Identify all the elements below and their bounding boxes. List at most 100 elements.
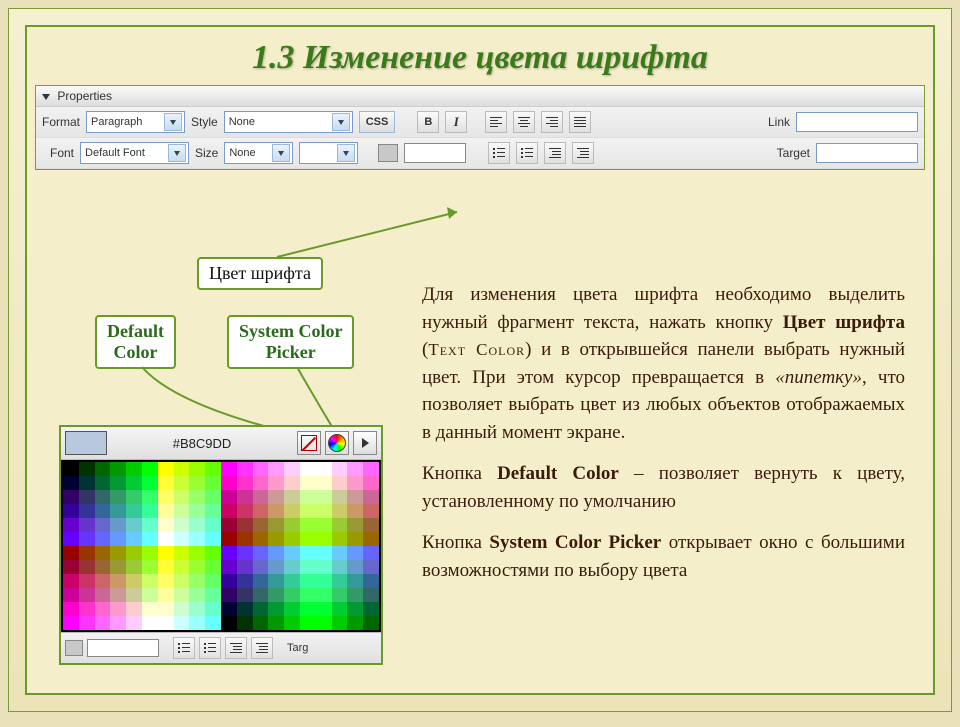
align-right-button[interactable] — [541, 111, 563, 133]
palette-cell[interactable] — [95, 532, 111, 546]
palette-cell[interactable] — [221, 532, 237, 546]
palette-cell[interactable] — [253, 616, 269, 630]
palette-cell[interactable] — [363, 476, 379, 490]
palette-cell[interactable] — [363, 518, 379, 532]
palette-cell[interactable] — [174, 602, 190, 616]
palette-cell[interactable] — [316, 574, 332, 588]
palette-cell[interactable] — [221, 518, 237, 532]
palette-cell[interactable] — [363, 462, 379, 476]
palette-cell[interactable] — [221, 462, 237, 476]
palette-cell[interactable] — [316, 602, 332, 616]
palette-cell[interactable] — [221, 588, 237, 602]
bold-button[interactable]: B — [417, 111, 439, 133]
palette-cell[interactable] — [63, 602, 79, 616]
palette-cell[interactable] — [347, 546, 363, 560]
color-swatch-small[interactable] — [65, 640, 83, 656]
palette-cell[interactable] — [300, 476, 316, 490]
palette-cell[interactable] — [205, 602, 221, 616]
palette-cell[interactable] — [142, 602, 158, 616]
palette-cell[interactable] — [268, 532, 284, 546]
size-unit-combo[interactable] — [299, 142, 358, 164]
palette-cell[interactable] — [126, 462, 142, 476]
palette-cell[interactable] — [126, 546, 142, 560]
palette-cell[interactable] — [189, 490, 205, 504]
palette-cell[interactable] — [300, 602, 316, 616]
palette-cell[interactable] — [237, 602, 253, 616]
palette-cell[interactable] — [95, 574, 111, 588]
palette-cell[interactable] — [253, 462, 269, 476]
palette-cell[interactable] — [300, 560, 316, 574]
palette-cell[interactable] — [300, 462, 316, 476]
palette-cell[interactable] — [205, 588, 221, 602]
palette-cell[interactable] — [95, 518, 111, 532]
palette-cell[interactable] — [268, 462, 284, 476]
palette-cell[interactable] — [110, 588, 126, 602]
palette-cell[interactable] — [79, 546, 95, 560]
palette-cell[interactable] — [300, 490, 316, 504]
palette-cell[interactable] — [142, 616, 158, 630]
text-color-value[interactable] — [404, 143, 466, 163]
palette-cell[interactable] — [158, 504, 174, 518]
palette-cell[interactable] — [253, 532, 269, 546]
align-justify-button[interactable] — [569, 111, 591, 133]
palette-cell[interactable] — [316, 546, 332, 560]
palette-cell[interactable] — [95, 546, 111, 560]
palette-cell[interactable] — [363, 588, 379, 602]
palette-cell[interactable] — [126, 560, 142, 574]
palette-cell[interactable] — [284, 616, 300, 630]
palette-cell[interactable] — [284, 532, 300, 546]
palette-cell[interactable] — [158, 546, 174, 560]
palette-cell[interactable] — [221, 504, 237, 518]
ordered-list-button[interactable] — [516, 142, 538, 164]
palette-cell[interactable] — [95, 462, 111, 476]
palette-cell[interactable] — [332, 588, 348, 602]
palette-cell[interactable] — [174, 532, 190, 546]
palette-cell[interactable] — [158, 588, 174, 602]
css-button[interactable]: CSS — [359, 111, 396, 133]
palette-cell[interactable] — [126, 476, 142, 490]
palette-cell[interactable] — [63, 462, 79, 476]
system-color-picker-button[interactable] — [325, 431, 349, 455]
palette-cell[interactable] — [221, 574, 237, 588]
palette-cell[interactable] — [347, 504, 363, 518]
palette-cell[interactable] — [174, 462, 190, 476]
palette-cell[interactable] — [363, 504, 379, 518]
palette-cell[interactable] — [63, 504, 79, 518]
palette-cell[interactable] — [189, 518, 205, 532]
palette-cell[interactable] — [174, 546, 190, 560]
palette-cell[interactable] — [63, 532, 79, 546]
palette-cell[interactable] — [63, 616, 79, 630]
palette-cell[interactable] — [126, 602, 142, 616]
palette-cell[interactable] — [189, 504, 205, 518]
format-combo[interactable]: Paragraph — [86, 111, 185, 133]
palette-cell[interactable] — [300, 574, 316, 588]
palette-cell[interactable] — [300, 518, 316, 532]
palette-cell[interactable] — [110, 574, 126, 588]
palette-cell[interactable] — [284, 560, 300, 574]
palette-cell[interactable] — [363, 532, 379, 546]
palette-cell[interactable] — [189, 546, 205, 560]
palette-cell[interactable] — [316, 504, 332, 518]
palette-cell[interactable] — [253, 588, 269, 602]
palette-cell[interactable] — [268, 490, 284, 504]
palette-cell[interactable] — [237, 518, 253, 532]
palette-cell[interactable] — [158, 532, 174, 546]
palette-cell[interactable] — [95, 602, 111, 616]
palette-cell[interactable] — [189, 616, 205, 630]
palette-cell[interactable] — [189, 462, 205, 476]
palette-cell[interactable] — [189, 574, 205, 588]
palette-cell[interactable] — [174, 574, 190, 588]
palette-cell[interactable] — [126, 574, 142, 588]
palette-cell[interactable] — [332, 462, 348, 476]
palette-cell[interactable] — [110, 476, 126, 490]
palette-cell[interactable] — [347, 588, 363, 602]
palette-cell[interactable] — [142, 504, 158, 518]
indent-button-1[interactable] — [225, 637, 247, 659]
palette-cell[interactable] — [284, 588, 300, 602]
palette-cell[interactable] — [142, 490, 158, 504]
palette-cell[interactable] — [79, 518, 95, 532]
palette-cell[interactable] — [268, 560, 284, 574]
palette-cell[interactable] — [316, 532, 332, 546]
palette-cell[interactable] — [110, 490, 126, 504]
palette-cell[interactable] — [332, 476, 348, 490]
